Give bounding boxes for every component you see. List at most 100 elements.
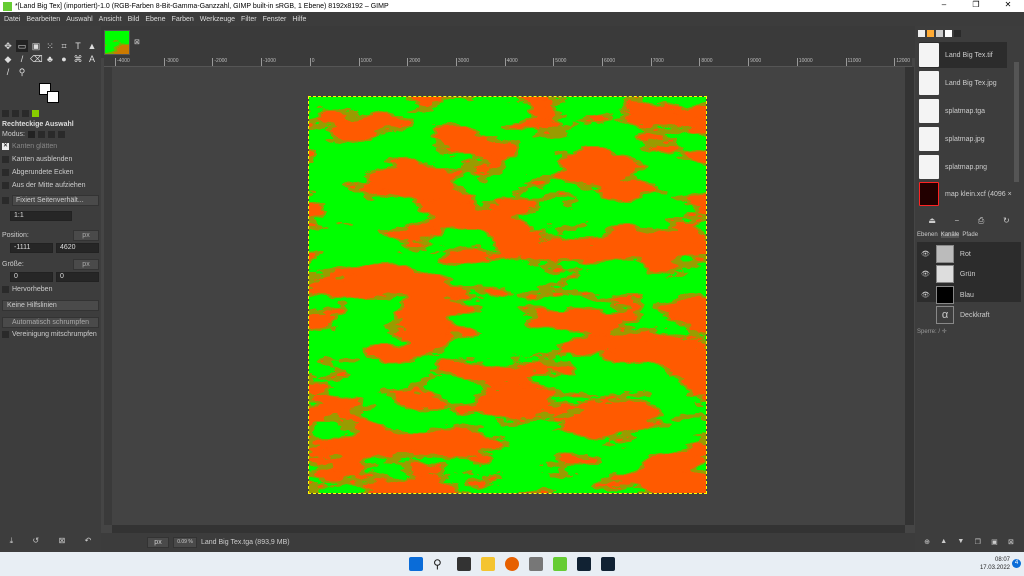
mode-subtract-button[interactable]	[47, 131, 55, 138]
menu-bearbeiten[interactable]: Bearbeiten	[26, 16, 60, 23]
paths-icon[interactable]: ⌘	[72, 53, 84, 65]
image-canvas[interactable]	[308, 96, 707, 494]
explorer-icon[interactable]	[481, 557, 495, 571]
mode-add-button[interactable]	[37, 131, 45, 138]
menu-bild[interactable]: Bild	[128, 16, 140, 23]
color-picker-icon[interactable]: /	[2, 66, 14, 78]
rounded-checkbox[interactable]	[2, 169, 9, 176]
minimize-button[interactable]: –	[928, 0, 960, 9]
gimp-taskbar-icon[interactable]	[553, 557, 567, 571]
background-color[interactable]	[47, 91, 59, 103]
image-tab-thumbnail[interactable]	[104, 30, 130, 55]
fixed-dropdown[interactable]: Fixiert Seitenverhält...	[12, 195, 99, 206]
tab-fonts[interactable]	[936, 30, 943, 37]
tab-documents[interactable]	[945, 30, 952, 37]
transform-tool-icon[interactable]: T	[72, 40, 84, 52]
app3-icon[interactable]	[601, 557, 615, 571]
document-item[interactable]: Land Big Tex.jpg	[919, 70, 1007, 96]
tool-options-tab[interactable]	[2, 110, 9, 117]
menu-farben[interactable]: Farben	[172, 16, 194, 23]
search-icon[interactable]: ⚲	[433, 557, 447, 571]
menu-datei[interactable]: Datei	[4, 16, 20, 23]
expand-center-checkbox[interactable]	[2, 182, 9, 189]
firefox-icon[interactable]	[505, 557, 519, 571]
free-select-tool-icon[interactable]: ▣	[30, 40, 42, 52]
channel-row[interactable]: 👁 Grün	[917, 264, 1021, 284]
duplicate-icon[interactable]: ❐	[975, 538, 981, 546]
device-status-tab[interactable]	[12, 110, 19, 117]
notification-badge[interactable]: 4	[1012, 559, 1021, 568]
delete-icon[interactable]: ⊠	[59, 536, 66, 550]
refresh-icon[interactable]: ↻	[1003, 216, 1010, 226]
task-view-icon[interactable]	[457, 557, 471, 571]
shrink-merged-checkbox[interactable]	[2, 331, 9, 338]
document-item[interactable]: splatmap.jpg	[919, 126, 1007, 152]
app-icon[interactable]	[529, 557, 543, 571]
document-item[interactable]: splatmap.tga	[919, 98, 1007, 124]
warp-tool-icon[interactable]: ▲	[86, 40, 98, 52]
zoom-select[interactable]: 0.09 %	[173, 537, 197, 548]
eraser-icon[interactable]: ⌫	[30, 53, 43, 65]
restore-icon[interactable]: ↺	[33, 536, 40, 550]
lower-icon[interactable]: ▼	[957, 538, 964, 546]
maximize-button[interactable]: ❐	[960, 0, 992, 9]
mode-replace-button[interactable]	[27, 131, 35, 138]
tab-brushes[interactable]	[927, 30, 934, 37]
document-item[interactable]: map klein.xcf (4096 ×	[919, 181, 1021, 207]
menu-fenster[interactable]: Fenster	[263, 16, 287, 23]
tab-tool-options[interactable]	[918, 30, 925, 37]
menu-ebene[interactable]: Ebene	[145, 16, 165, 23]
channel-row[interactable]: 👁 Blau	[917, 285, 1021, 305]
size-w-input[interactable]: 0	[10, 272, 53, 282]
menu-hilfe[interactable]: Hilfe	[292, 16, 306, 23]
documents-scrollbar[interactable]	[1014, 62, 1019, 182]
tab-layers[interactable]: Ebenen	[917, 232, 938, 238]
highlight-checkbox[interactable]	[2, 286, 9, 293]
to-selection-icon[interactable]: ▣	[991, 538, 998, 546]
open-icon[interactable]: ⏏	[928, 216, 936, 226]
fixed-checkbox[interactable]	[2, 197, 9, 204]
tab-channels[interactable]: Kanäle	[940, 232, 960, 238]
app2-icon[interactable]	[577, 557, 591, 571]
new-channel-icon[interactable]: ⊕	[924, 538, 930, 546]
move-tool-icon[interactable]: ✥	[2, 40, 14, 52]
raise-icon[interactable]: ▲	[940, 538, 947, 546]
ratio-input[interactable]: 1:1	[10, 211, 72, 221]
save-options-icon[interactable]: ⤓	[10, 536, 14, 550]
print-icon[interactable]: ⎙	[978, 216, 984, 226]
position-unit-select[interactable]: px	[73, 230, 99, 241]
crop-tool-icon[interactable]: ⌗	[58, 40, 70, 52]
eye-icon[interactable]: 👁	[921, 291, 930, 299]
menu-filter[interactable]: Filter	[241, 16, 257, 23]
lock-position-icon[interactable]: ✛	[942, 329, 947, 335]
menu-ansicht[interactable]: Ansicht	[99, 16, 122, 23]
size-unit-select[interactable]: px	[73, 259, 99, 270]
zoom-tool-icon[interactable]: ⚲	[16, 66, 28, 78]
text-tool-icon[interactable]: A	[86, 53, 98, 65]
antialias-checkbox[interactable]: ✕	[2, 143, 9, 150]
palette-tab[interactable]	[32, 110, 39, 117]
menu-werkzeuge[interactable]: Werkzeuge	[200, 16, 235, 23]
fuzzy-select-tool-icon[interactable]: ⁙	[44, 40, 56, 52]
clock-date[interactable]: 17.03.2022	[980, 565, 1010, 571]
reset-icon[interactable]: ↶	[85, 536, 92, 550]
paintbrush-icon[interactable]: /	[16, 53, 28, 65]
position-x-input[interactable]: -1111	[10, 243, 53, 253]
eye-icon[interactable]: 👁	[921, 250, 930, 258]
smudge-icon[interactable]: ●	[58, 53, 70, 65]
position-y-input[interactable]: 4620	[56, 243, 99, 253]
size-h-input[interactable]: 0	[56, 272, 99, 282]
autoshrink-button[interactable]: Automatisch schrumpfen	[2, 317, 99, 328]
bucket-fill-icon[interactable]: ◆	[2, 53, 14, 65]
eye-icon[interactable]: 👁	[921, 270, 930, 278]
tab-paths-dock[interactable]: Pfade	[962, 232, 978, 238]
channel-row[interactable]: 👁 Rot	[917, 244, 1021, 264]
close-button[interactable]: ✕	[992, 0, 1024, 9]
guides-dropdown[interactable]: Keine Hilfslinien	[2, 300, 99, 311]
horizontal-scrollbar[interactable]	[112, 525, 905, 533]
tab-paths[interactable]	[954, 30, 961, 37]
document-item[interactable]: splatmap.png	[919, 154, 1007, 180]
vertical-scrollbar[interactable]	[905, 67, 914, 525]
clock-time[interactable]: 08:07	[995, 557, 1010, 563]
close-tab-icon[interactable]: ⊠	[134, 38, 140, 46]
